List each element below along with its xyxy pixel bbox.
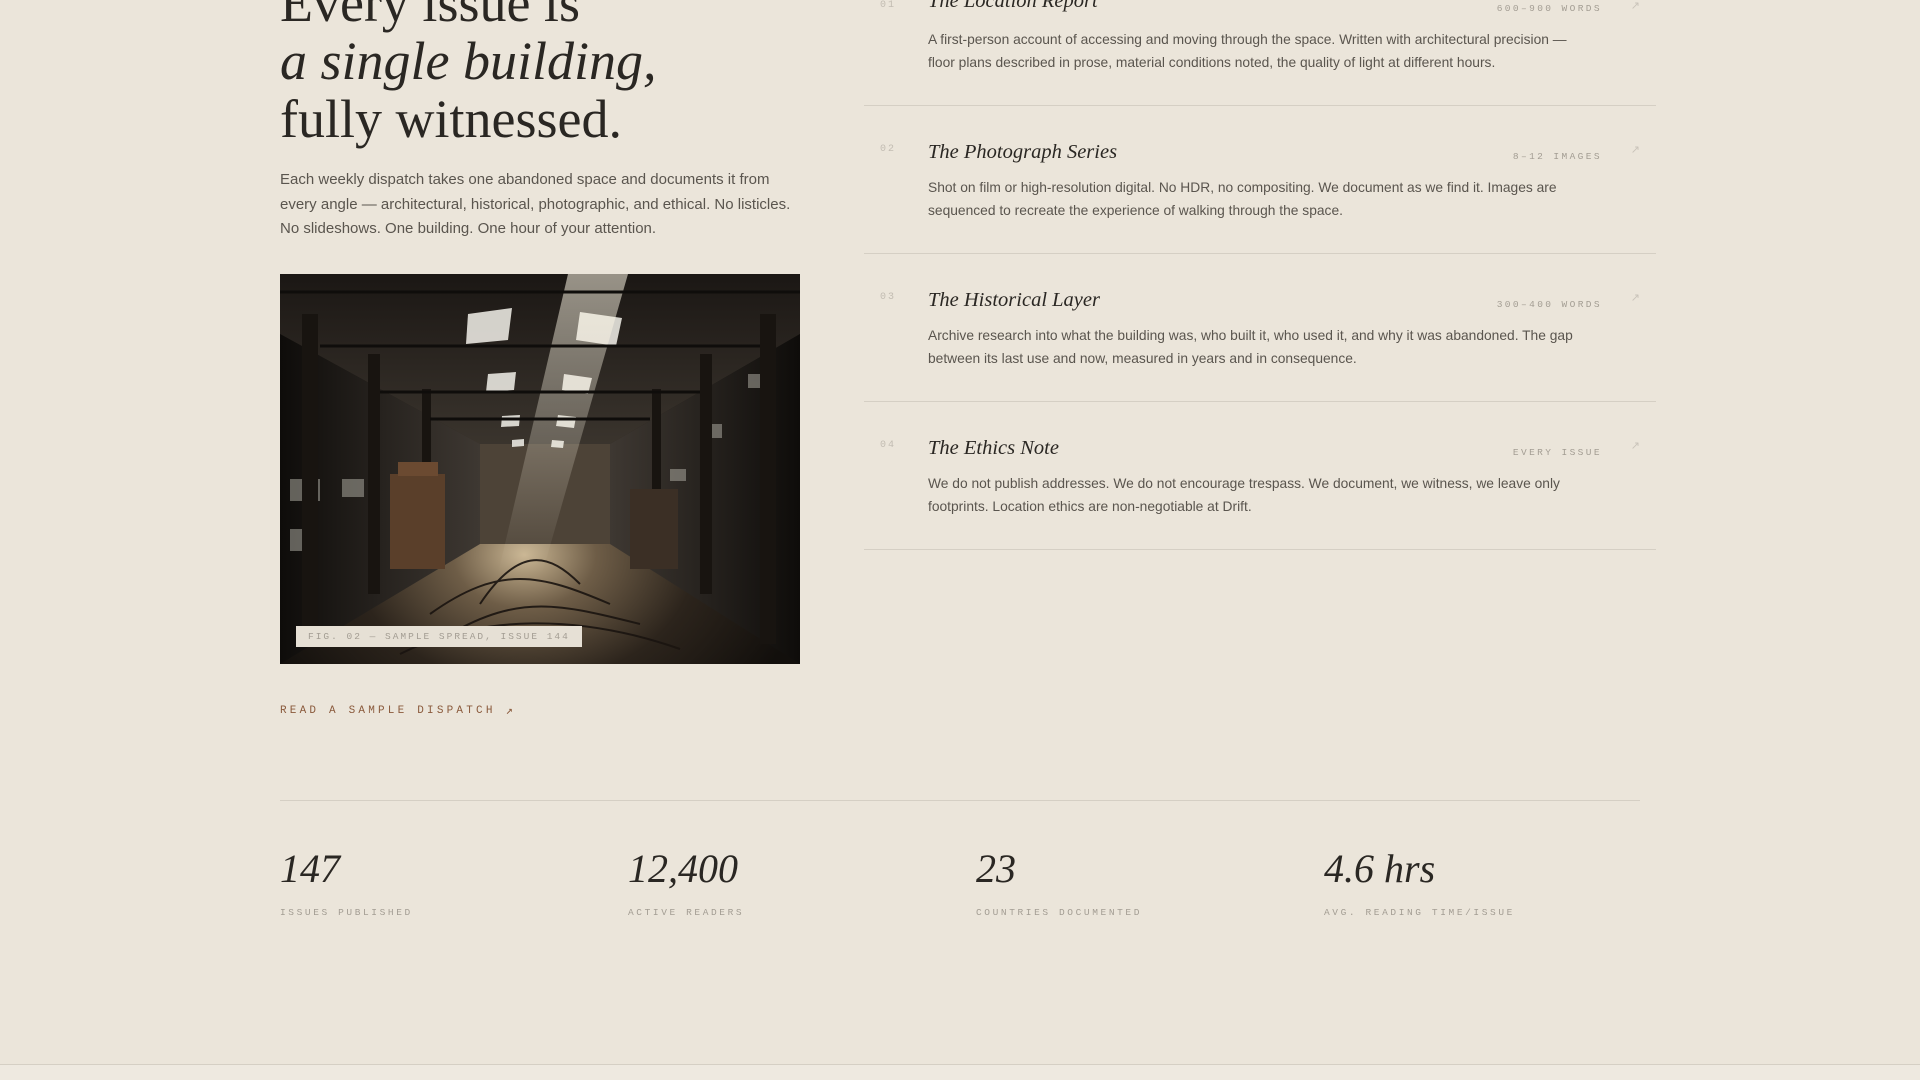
hero-intro: Each weekly dispatch takes one abandoned…: [280, 171, 791, 237]
stat-label: COUNTRIES DOCUMENTED: [976, 907, 1143, 918]
stat-countries-documented: 23 COUNTRIES DOCUMENTED: [976, 845, 1316, 918]
stat-value: 23: [976, 846, 1016, 891]
section-meta: EVERY ISSUE: [1512, 447, 1602, 458]
read-sample-dispatch-label: READ A SAMPLE DISPATCH: [280, 704, 496, 717]
stat-label: ISSUES PUBLISHED: [280, 907, 413, 918]
stat-issues-published: 147 ISSUES PUBLISHED: [280, 845, 620, 918]
arrow-up-right-icon: ↗: [505, 704, 513, 718]
section-title: The Historical Layer: [928, 289, 1100, 311]
section-title: The Location Report: [928, 0, 1098, 12]
arrow-up-right-icon: ↗: [1630, 292, 1640, 304]
stat-label: AVG. READING TIME/ISSUE: [1324, 907, 1515, 918]
section-title: The Ethics Note: [928, 437, 1059, 459]
section-meta: 300–400 WORDS: [1496, 299, 1602, 310]
stats-divider: [280, 800, 1640, 801]
stat-label: ACTIVE READERS: [628, 907, 745, 918]
section-number: 04: [880, 440, 897, 451]
section-ethics-note[interactable]: 04 The Ethics Note EVERY ISSUE ↗ We do n…: [864, 402, 1656, 550]
section-number: 02: [880, 144, 897, 155]
section-meta: 600–900 WORDS: [1496, 3, 1602, 14]
read-sample-dispatch-link[interactable]: READ A SAMPLE DISPATCH ↗: [280, 703, 513, 718]
section-description: A first-person account of accessing and …: [928, 32, 1567, 70]
section-description: We do not publish addresses. We do not e…: [928, 476, 1560, 514]
section-number: 01: [880, 0, 897, 11]
stat-value: 4.6 hrs: [1324, 846, 1436, 891]
figure-caption: FIG. 02 — SAMPLE SPREAD, ISSUE 144: [296, 626, 582, 647]
hero-headline-line-2: a single building,: [280, 31, 657, 91]
hero-headline-line-1: Every issue is: [280, 0, 580, 33]
hero-headline-line-3: fully witnessed.: [280, 89, 622, 149]
stat-value: 147: [280, 846, 340, 891]
footer-band: [0, 1065, 1920, 1080]
sample-photo: FIG. 02 — SAMPLE SPREAD, ISSUE 144: [280, 274, 800, 664]
hero-headline: Every issue is a single building, fully …: [280, 0, 840, 148]
stat-avg-reading-time: 4.6 hrs AVG. READING TIME/ISSUE: [1324, 845, 1664, 918]
arrow-up-right-icon: ↗: [1630, 440, 1640, 452]
section-meta: 8–12 IMAGES: [1512, 151, 1602, 162]
stat-value: 12,400: [628, 846, 738, 891]
arrow-up-right-icon: ↗: [1630, 144, 1640, 156]
abandoned-factory-photo: [280, 274, 800, 664]
section-location-report[interactable]: 01 The Location Report 600–900 WORDS ↗ A…: [864, 0, 1656, 106]
section-historical-layer[interactable]: 03 The Historical Layer 300–400 WORDS ↗ …: [864, 254, 1656, 402]
section-description: Archive research into what the building …: [928, 328, 1573, 366]
page: Every issue is a single building, fully …: [0, 0, 1920, 1080]
section-photograph-series[interactable]: 02 The Photograph Series 8–12 IMAGES ↗ S…: [864, 106, 1656, 254]
stat-active-readers: 12,400 ACTIVE READERS: [628, 845, 968, 918]
section-description: Shot on film or high-resolution digital.…: [928, 180, 1557, 218]
section-number: 03: [880, 292, 897, 303]
section-title: The Photograph Series: [928, 141, 1118, 163]
arrow-up-right-icon: ↗: [1630, 0, 1640, 12]
